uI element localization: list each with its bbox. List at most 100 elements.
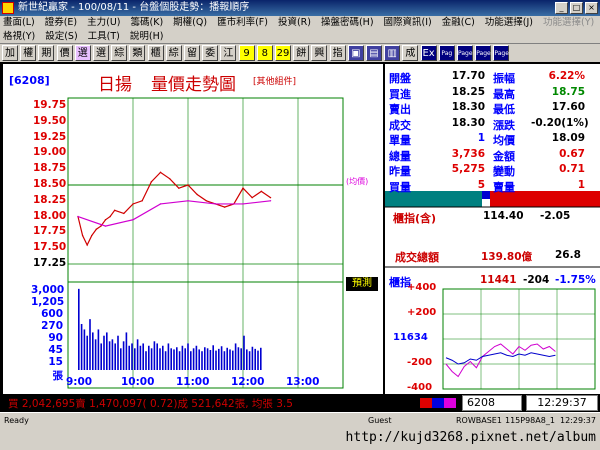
menu-item[interactable]: 主力(U) bbox=[87, 16, 120, 30]
toolbar-button[interactable]: Page bbox=[493, 45, 510, 61]
volume-bar bbox=[120, 348, 122, 370]
toolbar-button[interactable]: 價 bbox=[56, 45, 73, 61]
menu-item[interactable]: 畫面(L) bbox=[3, 16, 35, 30]
window-status-bar: Ready Guest ROWBASE1 115P98A8_1 12:29:37 bbox=[0, 412, 600, 428]
quote-value-avg-price: 18.09 bbox=[551, 132, 585, 144]
menu-item[interactable]: 國際資訊(I) bbox=[384, 16, 432, 30]
forecast-button[interactable]: 預測 bbox=[346, 277, 378, 291]
time-tick-label: 10:00 bbox=[121, 376, 155, 388]
volume-bar bbox=[173, 349, 175, 370]
volume-bar bbox=[192, 348, 195, 370]
menu-item[interactable]: 金融(C) bbox=[442, 16, 475, 30]
quote-label-sell-vol: 賣量 bbox=[493, 180, 515, 194]
menu-bar: 畫面(L) 證券(E) 主力(U) 籌碼(K) 期權(Q) 匯市利率(F) 投資(R) 操盤密… bbox=[0, 16, 600, 44]
menu-item[interactable]: 匯市利率(F) bbox=[217, 16, 268, 30]
toolbar-button[interactable]: Ex bbox=[420, 45, 437, 61]
minimize-icon[interactable]: _ bbox=[555, 2, 568, 14]
menu-item[interactable]: 功能選擇(J) bbox=[485, 16, 533, 30]
quote-value-turnover: 0.71 bbox=[559, 163, 585, 175]
toolbar-button[interactable]: 江 bbox=[220, 45, 237, 61]
toolbar-button[interactable]: 留 bbox=[184, 45, 200, 61]
toolbar-button[interactable]: 委 bbox=[202, 45, 219, 61]
toolbar-button[interactable]: ▣ bbox=[347, 45, 364, 61]
price-point bbox=[205, 200, 208, 202]
toolbar-button[interactable]: 綜 bbox=[165, 45, 182, 61]
toolbar-button[interactable]: 興 bbox=[311, 45, 328, 61]
toolbar-button[interactable]: 類 bbox=[129, 45, 146, 61]
toolbar-button[interactable]: 餅 bbox=[293, 45, 310, 61]
quote-label-high: 最高 bbox=[493, 87, 515, 101]
price-point bbox=[141, 200, 143, 202]
price-point bbox=[168, 177, 171, 180]
volume-bar bbox=[94, 339, 97, 370]
price-point bbox=[269, 196, 272, 199]
toolbar-button[interactable]: 加 bbox=[2, 45, 18, 61]
window-title: 新世紀贏家 - 100/08/11 - 台盤個股走勢：播報順序 bbox=[18, 2, 250, 13]
maximize-icon[interactable]: □ bbox=[570, 2, 583, 14]
ready-status: Ready bbox=[4, 416, 29, 425]
quote-label-avg-price: 均價 bbox=[493, 134, 515, 147]
volume-bar bbox=[234, 343, 237, 370]
quote-label-low: 最低 bbox=[493, 103, 515, 116]
menu-item[interactable]: 投資(R) bbox=[278, 16, 311, 30]
toolbar-button[interactable]: Page bbox=[475, 45, 492, 61]
toolbar-button[interactable]: Pag bbox=[438, 45, 455, 61]
toolbar-button[interactable]: Page bbox=[457, 45, 473, 61]
toolbar-button[interactable]: 期 bbox=[38, 45, 55, 61]
mini-tick-label: +200 bbox=[407, 307, 437, 318]
volume-bar bbox=[246, 349, 248, 370]
volume-bar bbox=[111, 339, 114, 370]
toolbar-button[interactable]: 成 bbox=[402, 45, 419, 61]
menu-item[interactable]: 設定(S) bbox=[45, 30, 77, 44]
price-point bbox=[196, 193, 198, 196]
toolbar-button[interactable]: 8 bbox=[256, 45, 273, 61]
volume-bar bbox=[223, 351, 226, 370]
toolbar-button[interactable]: 綜 bbox=[111, 45, 128, 61]
menu-item[interactable]: 操盤密碼(H) bbox=[321, 16, 374, 30]
menu-item[interactable]: 格視(Y) bbox=[3, 30, 35, 44]
quote-label-total-vol: 總量 bbox=[389, 149, 411, 163]
price-point bbox=[113, 209, 116, 211]
price-point bbox=[159, 203, 162, 205]
volume-bar bbox=[170, 348, 172, 370]
color-legend bbox=[420, 398, 456, 408]
volume-bar bbox=[134, 348, 136, 370]
mini-tick-label: -200 bbox=[407, 357, 433, 368]
toolbar-button[interactable]: 9 bbox=[238, 45, 255, 61]
price-tick-label: 19.50 bbox=[33, 114, 67, 127]
menu-item[interactable]: 功能選擇(Y) bbox=[543, 16, 594, 30]
toolbar-button[interactable]: 選 bbox=[93, 45, 109, 61]
price-point bbox=[77, 215, 79, 218]
toolbar-button[interactable]: 選 bbox=[74, 45, 91, 61]
window-controls: _ □ × bbox=[555, 2, 598, 14]
menu-item[interactable]: 期權(Q) bbox=[173, 16, 207, 30]
volume-bar bbox=[162, 345, 164, 370]
blue-swatch bbox=[432, 398, 444, 408]
stock-code-input[interactable]: 6208 bbox=[462, 395, 522, 411]
menu-item[interactable]: 說明(H) bbox=[130, 30, 164, 44]
toolbar-button[interactable]: 指 bbox=[329, 45, 346, 61]
volume-bar bbox=[153, 341, 156, 370]
toolbar-button[interactable]: 29 bbox=[275, 45, 291, 61]
toolbar-button[interactable]: ▤ bbox=[366, 45, 382, 61]
menu-item[interactable]: 工具(T) bbox=[88, 30, 120, 44]
volume-bar bbox=[260, 347, 262, 370]
otc-index-label: 櫃指(含) bbox=[393, 212, 437, 225]
avg-price-line bbox=[77, 200, 271, 227]
server-status: ROWBASE1 bbox=[456, 416, 502, 425]
close-icon[interactable]: × bbox=[585, 2, 598, 14]
menu-item[interactable]: 證券(E) bbox=[45, 16, 77, 30]
quote-value-buy-vol: 5 bbox=[477, 178, 485, 191]
toolbar-button[interactable]: 權 bbox=[20, 45, 37, 61]
price-point bbox=[95, 228, 98, 230]
volume-bar bbox=[229, 349, 231, 370]
toolbar-button[interactable]: ▥ bbox=[384, 45, 401, 61]
balance-marker bbox=[482, 191, 490, 199]
volume-bar bbox=[232, 350, 234, 370]
watermark-url: http://kujd3268.pixnet.net/album bbox=[345, 430, 596, 445]
menu-item[interactable]: 籌碼(K) bbox=[131, 16, 164, 30]
price-point bbox=[260, 190, 263, 193]
volume-bar bbox=[198, 349, 200, 370]
connection-status: 115P98A8_1 bbox=[505, 416, 555, 425]
toolbar-button[interactable]: 櫃 bbox=[147, 45, 164, 61]
